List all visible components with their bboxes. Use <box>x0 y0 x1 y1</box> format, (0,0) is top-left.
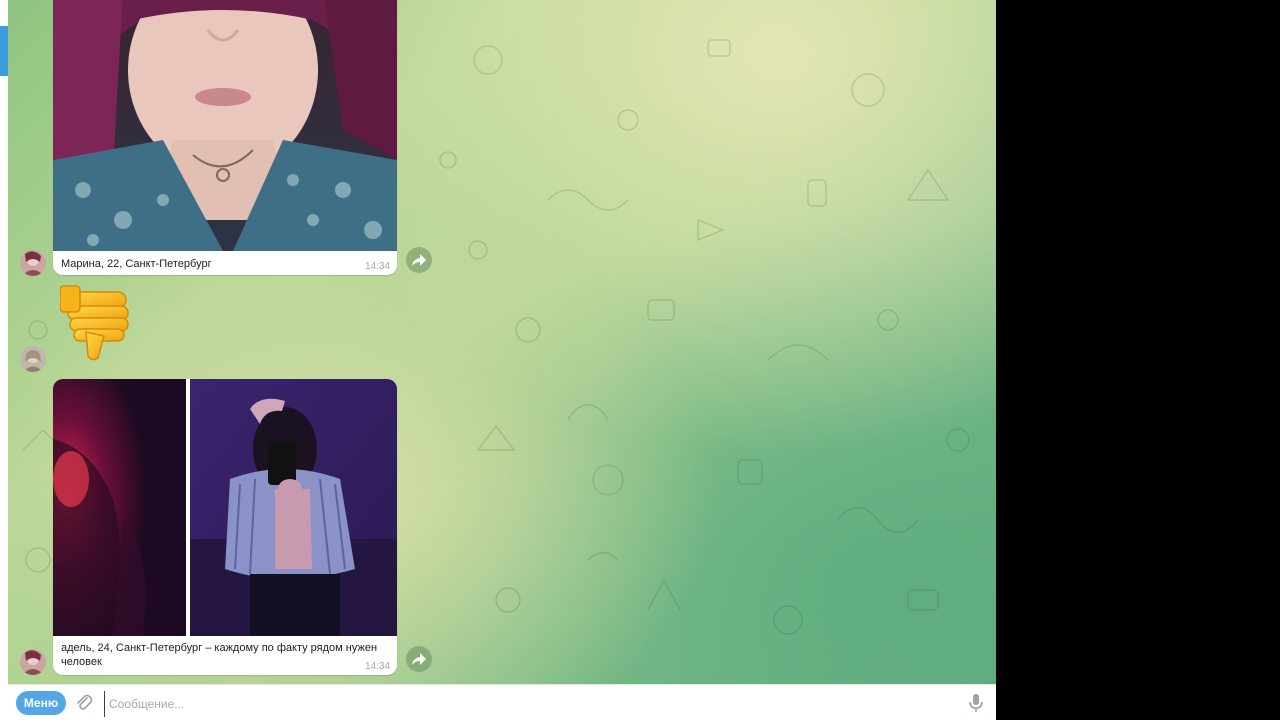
album-photo-1[interactable] <box>53 379 186 636</box>
sender-avatar[interactable] <box>20 649 46 675</box>
message-time: 14:34 <box>364 261 390 272</box>
photo-caption: Марина, 22, Санкт-Петербург <box>61 258 212 270</box>
message-photo[interactable] <box>53 0 397 251</box>
paperclip-icon[interactable] <box>74 693 94 713</box>
sender-avatar[interactable] <box>20 346 46 372</box>
message-composer: Меню <box>8 684 996 720</box>
left-panel-edge <box>0 0 8 720</box>
forward-button[interactable] <box>406 247 432 273</box>
forward-button[interactable] <box>406 646 432 672</box>
right-black-area <box>996 0 1280 720</box>
microphone-icon[interactable] <box>968 693 984 713</box>
album-caption: адель, 24, Санкт-Петербург – каждому по … <box>61 642 378 668</box>
photo-message-bubble[interactable]: Марина, 22, Санкт-Петербург 14:34 <box>53 0 397 275</box>
message-time: 14:34 <box>364 661 390 672</box>
left-panel-scroll-indicator[interactable] <box>0 26 8 76</box>
emoji-message[interactable] <box>59 282 134 362</box>
menu-button[interactable]: Меню <box>16 691 66 715</box>
thumbs-down-icon <box>59 285 129 361</box>
forward-arrow-icon <box>412 653 426 665</box>
chat-message-area[interactable]: Марина, 22, Санкт-Петербург 14:34 адель,… <box>8 0 996 684</box>
forward-arrow-icon <box>412 254 426 266</box>
message-input[interactable] <box>104 691 931 717</box>
sender-avatar[interactable] <box>20 250 46 276</box>
album-message-bubble[interactable]: адель, 24, Санкт-Петербург – каждому по … <box>53 379 397 675</box>
album-photo-2[interactable] <box>190 379 397 636</box>
